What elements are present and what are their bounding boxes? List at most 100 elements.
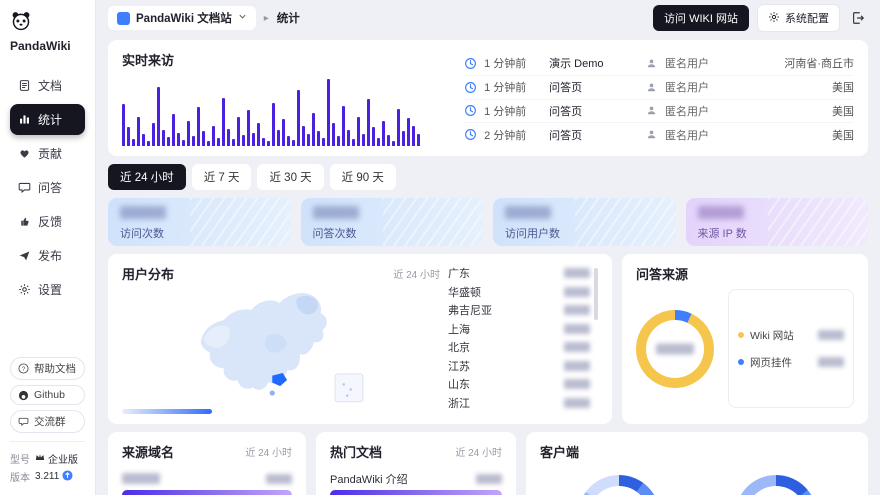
time-filter-tab-3[interactable]: 近 90 天 (330, 164, 396, 190)
client-donut-chart-2 (735, 475, 817, 495)
domain-name-blurred (122, 473, 160, 484)
chart-bar (332, 123, 335, 146)
region-row: 山东 (448, 375, 590, 394)
domain-bar (122, 490, 292, 495)
chart-bar (357, 117, 360, 146)
legend-label: 网页挂件 (750, 355, 812, 370)
region-name: 浙江 (448, 395, 470, 411)
hot-doc-row: PandaWiki 介绍 (330, 472, 502, 495)
user-icon (646, 82, 658, 93)
hot-doc-bar (330, 490, 502, 495)
sidebar-nav: 文档统计贡献问答反馈发布设置 (10, 67, 85, 308)
region-value-blurred (564, 305, 590, 315)
stat-card-3: 来源 IP 数 (686, 198, 869, 246)
qa-source-legend: Wiki 网站网页挂件 (728, 289, 854, 408)
chart-bar (162, 130, 165, 146)
chart-bar (142, 134, 145, 146)
sidebar-item-label: 设置 (38, 281, 62, 298)
realtime-visit-list: 1 分钟前演示 Demo匿名用户河南省·商丘市1 分钟前问答页匿名用户美国1 分… (464, 50, 854, 146)
app-logo: PandaWiki (10, 10, 85, 53)
qa-source-donut-chart (636, 310, 714, 388)
hot-doc-name[interactable]: PandaWiki 介绍 (330, 471, 408, 487)
chart-bar (252, 133, 255, 146)
region-list-scrollbar[interactable] (594, 268, 598, 320)
qa-total-blurred (656, 343, 694, 354)
sidebar-item-settings[interactable]: 设置 (10, 274, 85, 305)
chart-bar (177, 133, 180, 146)
user-icon (646, 105, 658, 116)
time-filter-tab-1[interactable]: 近 7 天 (192, 164, 252, 190)
client-donut-chart-1 (578, 475, 660, 495)
sidebar-item-feedback[interactable]: 反馈 (10, 206, 85, 237)
github-icon (18, 390, 29, 401)
site-icon (117, 12, 130, 25)
sidebar-item-stats[interactable]: 统计 (10, 104, 85, 135)
stat-value-blurred (313, 206, 359, 219)
user-distribution-time-label: 近 24 小时 (393, 266, 440, 281)
help-icon: ? (18, 363, 29, 374)
sidebar-item-label: 文档 (38, 77, 62, 94)
region-name: 山东 (448, 376, 470, 392)
sidebar: PandaWiki 文档统计贡献问答反馈发布设置 ?帮助文档Github交流群 … (0, 0, 96, 495)
hot-docs-card: 热门文档 近 24 小时 PandaWiki 介绍 (316, 432, 516, 495)
crown-icon (35, 453, 45, 465)
chart-bar (137, 117, 140, 146)
chart-bar (307, 134, 310, 146)
site-switcher[interactable]: PandaWiki 文档站 (108, 6, 256, 30)
sidebar-item-contrib[interactable]: 贡献 (10, 138, 85, 169)
visit-time: 1 分钟前 (484, 103, 542, 119)
chart-bar (207, 141, 210, 146)
feedback-icon (18, 215, 32, 229)
chart-bar (267, 141, 270, 146)
sidebar-link-group[interactable]: 交流群 (10, 410, 85, 433)
sidebar-link-label: 交流群 (34, 414, 66, 429)
chart-bar (197, 107, 200, 146)
sidebar-item-doc[interactable]: 文档 (10, 70, 85, 101)
region-value-blurred (564, 268, 590, 278)
sidebar-link-label: 帮助文档 (34, 361, 76, 376)
visit-time: 2 分钟前 (484, 127, 542, 143)
qa-legend-item: Wiki 网站 (738, 328, 844, 343)
chevron-down-icon (238, 12, 247, 24)
stat-value-blurred (505, 206, 551, 219)
sidebar-link-github[interactable]: Github (10, 385, 85, 405)
visit-page-link[interactable]: 问答页 (549, 103, 639, 119)
stat-card-1: 问答次数 (301, 198, 484, 246)
visit-page-link[interactable]: 问答页 (549, 127, 639, 143)
update-icon[interactable] (62, 470, 73, 484)
user-distribution-card: 用户分布 近 24 小时 (108, 254, 612, 424)
sidebar-item-publish[interactable]: 发布 (10, 240, 85, 271)
sidebar-item-qa[interactable]: 问答 (10, 172, 85, 203)
system-config-button[interactable]: 系统配置 (757, 4, 840, 32)
visit-location: 美国 (744, 103, 854, 119)
sidebar-link-help[interactable]: ? 帮助文档 (10, 357, 85, 380)
visit-user: 匿名用户 (665, 103, 737, 119)
chart-bar (327, 79, 330, 146)
chart-bar (352, 139, 355, 146)
region-value-blurred (564, 379, 590, 389)
logout-icon[interactable] (848, 8, 868, 28)
chart-bar (407, 118, 410, 146)
legend-value-blurred (818, 330, 844, 340)
chart-bar (292, 140, 295, 146)
chart-bar (192, 136, 195, 146)
chart-bar (312, 113, 315, 147)
visit-wiki-button[interactable]: 访问 WIKI 网站 (653, 5, 749, 31)
chart-bar (167, 137, 170, 146)
sidebar-item-label: 发布 (38, 247, 62, 264)
clients-title: 客户端 (540, 442, 579, 461)
clock-icon (464, 57, 477, 70)
chart-bar (392, 141, 395, 146)
chart-bar (372, 127, 375, 146)
sidebar-footer: ?帮助文档Github交流群 型号 企业版 版本 3.211 (10, 352, 85, 487)
chart-bar (227, 129, 230, 146)
visit-page-link[interactable]: 问答页 (549, 79, 639, 95)
gear-icon (768, 11, 780, 26)
region-value-blurred (564, 324, 590, 334)
time-filter-tab-0[interactable]: 近 24 小时 (108, 164, 186, 190)
realtime-visits-card: 实时来访 1 分钟前演示 Demo匿名用户河南省·商丘市1 分钟前问答页匿名用户… (108, 40, 868, 156)
time-filter-tab-2[interactable]: 近 30 天 (257, 164, 323, 190)
chart-bar (342, 106, 345, 146)
chart-bar (222, 98, 225, 146)
visit-page-link[interactable]: 演示 Demo (549, 55, 639, 71)
